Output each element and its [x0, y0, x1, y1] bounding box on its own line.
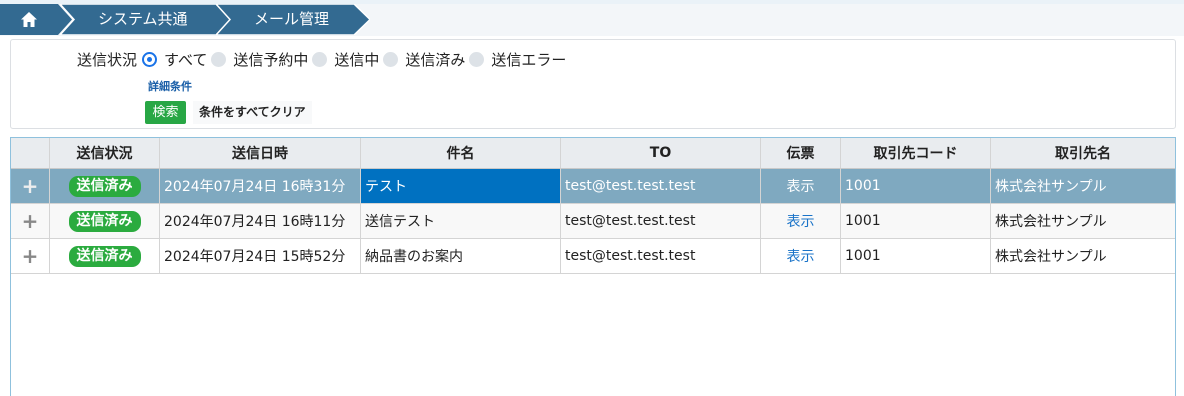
status-filter-label: 送信状況 [77, 50, 138, 69]
client-name-cell: 株式会社サンプル [991, 204, 1175, 239]
radio-button[interactable] [312, 51, 328, 67]
radio-label: 送信エラー [491, 50, 567, 69]
plus-icon[interactable]: + [11, 169, 50, 204]
detail-conditions-link[interactable]: 詳細条件 [148, 78, 192, 94]
header-expand-column [11, 138, 50, 169]
table-row[interactable]: + 送信済み 2024年07月24日 15時52分 納品書のお案内 test@t… [11, 239, 1175, 274]
radio-label: 送信中 [334, 50, 380, 69]
to-cell: test@test.test.test [561, 169, 761, 204]
radio-label: 送信済み [405, 50, 466, 69]
status-cell: 送信済み [50, 169, 160, 204]
status-badge: 送信済み [68, 210, 141, 232]
breadcrumb-item-label: メール管理 [254, 10, 330, 28]
breadcrumb-bar: システム共通 メール管理 [0, 0, 1184, 36]
subject-cell[interactable]: 送信テスト [361, 204, 561, 239]
header-to[interactable]: TO [561, 138, 761, 169]
radio-sent[interactable]: 送信済み [383, 49, 465, 70]
client-code-cell: 1001 [841, 204, 991, 239]
header-subject[interactable]: 件名 [361, 138, 561, 169]
plus-icon[interactable]: + [11, 204, 50, 239]
client-name-cell: 株式会社サンプル [991, 169, 1175, 204]
plus-icon[interactable]: + [11, 239, 50, 274]
table-row[interactable]: + 送信済み 2024年07月24日 16時31分 テスト test@test.… [11, 169, 1175, 204]
status-filter: 送信状況 すべて 送信予約中 送信中 送信済み 送信エラー [77, 48, 570, 70]
breadcrumb-item-label: システム共通 [98, 10, 188, 28]
clear-conditions-button[interactable]: 条件をすべてクリア [193, 101, 312, 124]
radio-all[interactable]: すべて [142, 49, 207, 70]
slip-link[interactable]: 表示 [761, 169, 841, 204]
radio-button[interactable] [383, 51, 399, 67]
status-badge: 送信済み [68, 245, 141, 267]
datetime-cell: 2024年07月24日 16時11分 [160, 204, 361, 239]
subject-cell[interactable]: 納品書のお案内 [361, 239, 561, 274]
client-code-cell: 1001 [841, 169, 991, 204]
datetime-cell: 2024年07月24日 15時52分 [160, 239, 361, 274]
header-slip[interactable]: 伝票 [761, 138, 841, 169]
status-cell: 送信済み [50, 239, 160, 274]
radio-label: 送信予約中 [233, 50, 309, 69]
home-icon [21, 12, 37, 27]
breadcrumb-item-system[interactable]: システム共通 [60, 4, 232, 35]
breadcrumb-item-mail[interactable]: メール管理 [216, 4, 370, 35]
status-badge: 送信済み [68, 175, 141, 197]
subject-cell[interactable]: テスト [361, 169, 561, 204]
header-client-code[interactable]: 取引先コード [841, 138, 991, 169]
search-panel: 送信状況 すべて 送信予約中 送信中 送信済み 送信エラー 詳細条件 検索 条件… [10, 39, 1176, 129]
slip-link[interactable]: 表示 [761, 204, 841, 239]
mail-grid: 送信状況 送信日時 件名 TO 伝票 取引先コード 取引先名 + 送信済み 20… [10, 137, 1176, 396]
client-code-cell: 1001 [841, 239, 991, 274]
status-cell: 送信済み [50, 204, 160, 239]
radio-sending[interactable]: 送信中 [312, 49, 379, 70]
radio-scheduled[interactable]: 送信予約中 [211, 49, 308, 70]
datetime-cell: 2024年07月24日 16時31分 [160, 169, 361, 204]
client-name-cell: 株式会社サンプル [991, 239, 1175, 274]
radio-label: すべて [164, 50, 208, 69]
header-datetime[interactable]: 送信日時 [160, 138, 361, 169]
grid-header-row: 送信状況 送信日時 件名 TO 伝票 取引先コード 取引先名 [11, 138, 1175, 169]
table-row[interactable]: + 送信済み 2024年07月24日 16時11分 送信テスト test@tes… [11, 204, 1175, 239]
header-client-name[interactable]: 取引先名 [991, 138, 1175, 169]
radio-button-checked[interactable] [142, 51, 158, 67]
radio-error[interactable]: 送信エラー [469, 49, 566, 70]
radio-button[interactable] [211, 51, 227, 67]
search-button[interactable]: 検索 [145, 101, 186, 124]
to-cell: test@test.test.test [561, 239, 761, 274]
to-cell: test@test.test.test [561, 204, 761, 239]
radio-button[interactable] [469, 51, 485, 67]
slip-link[interactable]: 表示 [761, 239, 841, 274]
header-status[interactable]: 送信状況 [50, 138, 160, 169]
